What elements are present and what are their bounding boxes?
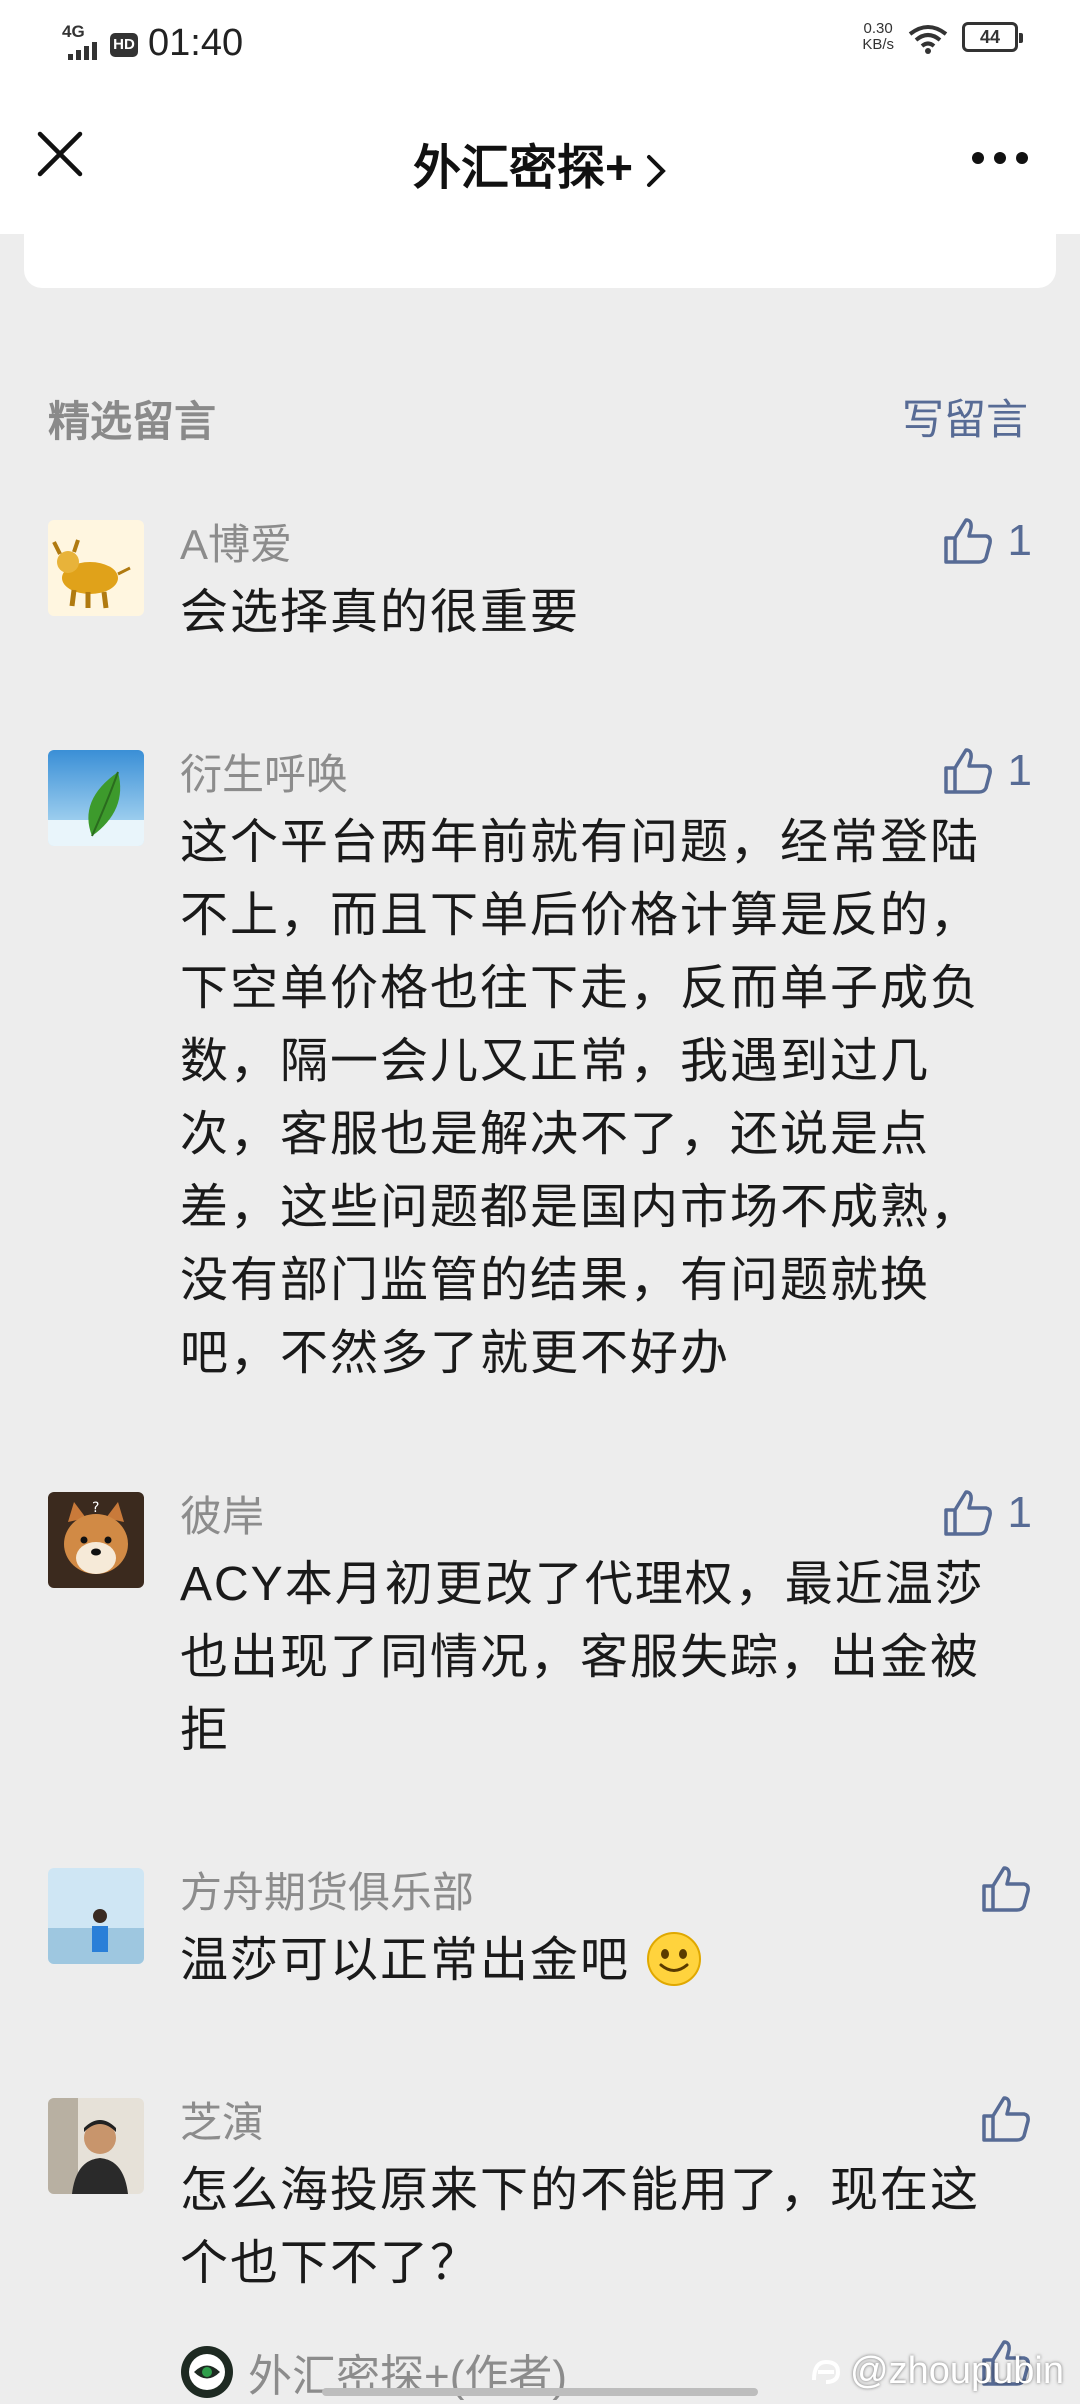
avatar[interactable]: ? bbox=[48, 1492, 144, 1588]
comment-text-content: 温莎可以正常出金吧 bbox=[180, 1934, 631, 1987]
like-button[interactable] bbox=[980, 2094, 1032, 2144]
thumbs-up-icon bbox=[982, 1866, 1030, 1912]
avatar[interactable] bbox=[48, 1868, 144, 1964]
watermark-text: @zhoupubin bbox=[850, 2350, 1064, 2392]
like-count: 1 bbox=[1007, 746, 1032, 795]
like-button[interactable]: 1 bbox=[942, 1488, 1032, 1538]
seaside-avatar-image bbox=[48, 1868, 144, 1964]
comment-text: ACY本月初更改了代理权，最近温莎也出现了同情况，客服失踪，出金被拒 bbox=[180, 1558, 985, 1757]
page-title: 外汇密探+ bbox=[412, 142, 634, 195]
author-avatar[interactable] bbox=[180, 2345, 234, 2399]
thumbs-up-icon bbox=[982, 2096, 1030, 2142]
wifi-icon bbox=[908, 25, 948, 54]
network-type: 4G bbox=[62, 21, 85, 41]
comments-section-title: 精选留言 bbox=[48, 398, 217, 445]
comment-text: 怎么海投原来下的不能用了，现在这个也下不了？ bbox=[180, 2164, 981, 2290]
more-button[interactable] bbox=[970, 138, 1030, 178]
commenter-name: 彼岸 bbox=[180, 1493, 265, 1540]
chevron-right-icon bbox=[647, 155, 666, 188]
dog-avatar-image: ? bbox=[48, 1492, 144, 1588]
thumbs-up-icon bbox=[943, 518, 992, 564]
write-comment-link[interactable]: 写留言 bbox=[902, 386, 1028, 447]
author-logo-icon bbox=[181, 2346, 233, 2398]
smile-emoji-icon bbox=[647, 1932, 702, 1986]
hd-icon: HD bbox=[110, 32, 138, 57]
commenter-name: A博爱 bbox=[180, 521, 293, 568]
leaf-avatar-image bbox=[48, 750, 144, 846]
avatar[interactable] bbox=[48, 750, 144, 846]
commenter-name: 方舟期货俱乐部 bbox=[180, 1869, 475, 1916]
status-right: 0.30 KB/s 44 bbox=[862, 20, 1023, 54]
zhihu-logo-icon bbox=[812, 2359, 841, 2384]
like-button[interactable] bbox=[980, 1864, 1032, 1914]
clock: 01:40 bbox=[148, 22, 244, 64]
battery-icon: 44 bbox=[962, 22, 1023, 52]
comment-text: 会选择真的很重要 bbox=[180, 586, 581, 639]
avatar[interactable] bbox=[48, 520, 144, 616]
article-card-bottom bbox=[24, 230, 1056, 288]
bull-avatar-image bbox=[48, 520, 144, 616]
commenter-name: 芝演 bbox=[180, 2099, 265, 2146]
battery-level: 44 bbox=[979, 26, 1001, 47]
cellular-signal-icon: 4G bbox=[62, 22, 100, 62]
home-indicator[interactable] bbox=[322, 2388, 758, 2396]
network-speed: 0.30 KB/s bbox=[862, 21, 894, 53]
thumbs-up-icon bbox=[943, 1490, 992, 1536]
speed-value: 0.30 bbox=[863, 20, 893, 37]
speed-unit: KB/s bbox=[862, 36, 894, 53]
comment-text: 这个平台两年前就有问题，经常登陆不上，而且下单后价格计算是反的，下空单价格也往下… bbox=[180, 816, 981, 1380]
like-button[interactable]: 1 bbox=[942, 516, 1032, 566]
svg-text:?: ? bbox=[92, 1500, 99, 1516]
avatar[interactable] bbox=[48, 2098, 144, 2194]
watermark: @zhoupubin bbox=[808, 2350, 1064, 2393]
thumbs-up-icon bbox=[943, 748, 992, 794]
comment-text: 温莎可以正常出金吧 bbox=[180, 1924, 1010, 1997]
person-avatar-image bbox=[48, 2098, 144, 2194]
account-title-link[interactable]: 外汇密探+ bbox=[0, 128, 1080, 198]
like-button[interactable]: 1 bbox=[942, 746, 1032, 796]
nav-bar: 外汇密探+ bbox=[0, 84, 1080, 234]
status-left: 4G HD 01:40 bbox=[62, 18, 243, 65]
like-count: 1 bbox=[1007, 516, 1032, 565]
like-count: 1 bbox=[1007, 1488, 1032, 1537]
commenter-name: 衍生呼唤 bbox=[180, 751, 349, 798]
status-bar: 4G HD 01:40 0.30 KB/s 44 bbox=[0, 0, 1080, 84]
more-icon bbox=[972, 152, 1028, 164]
